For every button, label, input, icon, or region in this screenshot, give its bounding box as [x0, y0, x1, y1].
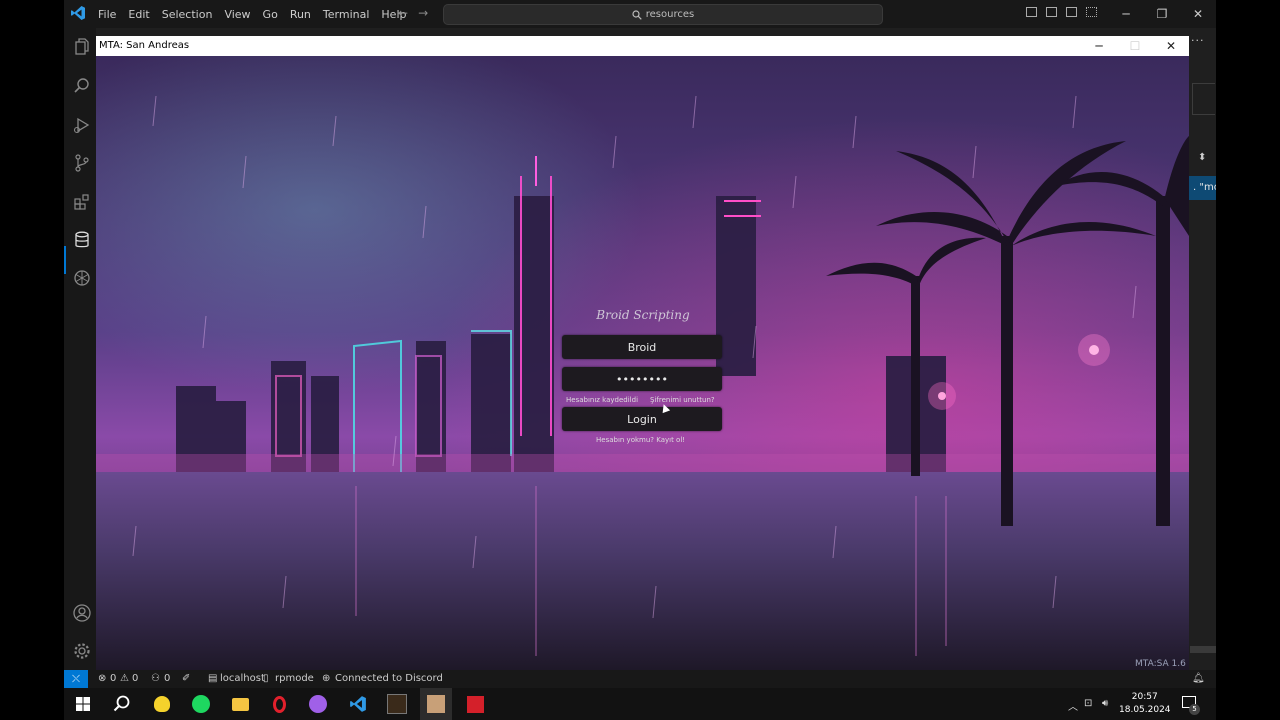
discord-icon[interactable]: [306, 692, 330, 716]
restore-icon[interactable]: ❐: [1144, 0, 1180, 28]
windows-taskbar: ︿ ⊡ 🔊︎ 20:57 18.05.2024 5: [64, 688, 1216, 720]
database-icon[interactable]: [72, 230, 92, 250]
mta-version-label: MTA:SA 1.6: [1135, 659, 1186, 669]
file-explorer-icon[interactable]: [228, 692, 252, 716]
forward-arrow-icon[interactable]: →: [418, 6, 428, 20]
menu-view[interactable]: View: [224, 8, 250, 21]
clock-time: 20:57: [1131, 692, 1158, 702]
search-icon[interactable]: [72, 76, 92, 96]
db-host[interactable]: localhost: [220, 673, 265, 684]
mta-title-bar: MTA: San Andreas ─ ☐ ✕: [96, 36, 1189, 56]
toggle-panel-icon[interactable]: [1046, 7, 1057, 17]
editor-code-snippet: . "mo: [1189, 176, 1216, 200]
menu-bar: File Edit Selection View Go Run Terminal…: [98, 0, 418, 28]
volume-icon[interactable]: 🔊︎: [1102, 698, 1108, 709]
amd-icon[interactable]: [463, 692, 487, 716]
login-brand-title: Broid Scripting: [596, 308, 690, 322]
mta-window-controls: ─ ☐ ✕: [1081, 36, 1189, 56]
opera-icon[interactable]: [267, 692, 291, 716]
remember-me-checkbox[interactable]: Hesabınız kaydedildi: [566, 396, 638, 404]
minimize-icon[interactable]: ─: [1081, 36, 1117, 56]
editor-area-right: ⬍: [1188, 28, 1216, 670]
mta-window: MTA: San Andreas ─ ☐ ✕ Broid Scripting B…: [96, 36, 1189, 670]
forgot-password-link[interactable]: Şifrenimi unuttun?: [650, 396, 715, 404]
minimize-icon[interactable]: ─: [1108, 0, 1144, 28]
errors-icon[interactable]: ⊗: [98, 673, 106, 684]
mta-window-title: MTA: San Andreas: [99, 40, 190, 51]
find-widget-edge: [1192, 83, 1215, 115]
warnings-count[interactable]: 0: [132, 673, 138, 684]
database-status-icon: ▤: [208, 673, 218, 684]
username-input[interactable]: Broid: [562, 335, 722, 359]
db-name[interactable]: rpmode: [275, 673, 314, 684]
db-file-icon: ▯: [263, 673, 269, 684]
run-debug-icon[interactable]: [72, 115, 92, 135]
activity-bar: [64, 28, 96, 670]
mta-app-icon[interactable]: [424, 692, 448, 716]
menu-go[interactable]: Go: [263, 8, 278, 21]
discord-status[interactable]: Connected to Discord: [335, 673, 443, 684]
clock-date: 18.05.2024: [1119, 705, 1171, 715]
search-icon[interactable]: [110, 692, 134, 716]
explorer-icon[interactable]: [72, 37, 92, 57]
ports-count[interactable]: 0: [164, 673, 170, 684]
toggle-secondary-sidebar-icon[interactable]: [1066, 7, 1077, 17]
source-control-icon[interactable]: [72, 153, 92, 173]
vscode-title-bar: File Edit Selection View Go Run Terminal…: [64, 0, 1216, 28]
menu-run[interactable]: Run: [290, 8, 311, 21]
layout-controls: [1026, 7, 1106, 17]
errors-count[interactable]: 0: [110, 673, 116, 684]
customize-layout-icon[interactable]: [1086, 7, 1097, 17]
nav-arrows: ← →: [398, 6, 438, 20]
warnings-icon[interactable]: ⚠: [120, 673, 129, 684]
scrollbar-thumb[interactable]: [1190, 646, 1216, 653]
vscode-status-bar: ⤬ ⊗ 0 ⚠ 0 ⚇ 0 ✐ ▤ localhost ▯ rpmode ⊕ C…: [64, 670, 1216, 688]
login-background-scene: Broid Scripting Broid •••••••• Hesabınız…: [96, 56, 1189, 670]
network-icon[interactable]: ⊡: [1084, 698, 1092, 709]
close-icon[interactable]: ✕: [1153, 36, 1189, 56]
remote-indicator-icon[interactable]: ⤬: [64, 670, 88, 688]
search-icon: [632, 9, 642, 20]
maximize-icon[interactable]: ☐: [1117, 36, 1153, 56]
taskbar-clock[interactable]: 20:57 18.05.2024: [1119, 691, 1171, 717]
edit-icon[interactable]: ✐: [182, 673, 190, 684]
active-indicator: [64, 246, 66, 274]
menu-selection[interactable]: Selection: [162, 8, 213, 21]
toggle-sidebar-icon[interactable]: [1026, 7, 1037, 17]
sort-arrows-icon[interactable]: ⬍: [1198, 152, 1206, 163]
bell-icon[interactable]: 🔔︎: [1192, 673, 1205, 684]
pikachu-app-icon[interactable]: [150, 692, 174, 716]
vscode-logo-icon: [71, 6, 85, 20]
menu-terminal[interactable]: Terminal: [323, 8, 370, 21]
extensions-icon[interactable]: [72, 192, 92, 212]
login-button[interactable]: Login: [562, 407, 722, 431]
screen: File Edit Selection View Go Run Terminal…: [64, 0, 1216, 720]
close-icon[interactable]: ✕: [1180, 0, 1216, 28]
windows-start-icon[interactable]: [71, 692, 95, 716]
vscode-window-controls: ─ ❐ ✕: [1108, 0, 1216, 28]
password-input[interactable]: ••••••••: [562, 367, 722, 391]
command-center-search[interactable]: resources: [443, 4, 883, 25]
game-app-icon[interactable]: [385, 692, 409, 716]
search-text: resources: [645, 9, 695, 20]
tray-chevron-icon[interactable]: ︿: [1068, 698, 1078, 713]
notification-count: 5: [1189, 704, 1200, 715]
globe-icon: ⊕: [322, 673, 331, 684]
vscode-icon[interactable]: [346, 692, 370, 716]
spotify-icon[interactable]: [189, 692, 213, 716]
menu-edit[interactable]: Edit: [128, 8, 149, 21]
gear-icon[interactable]: [72, 641, 92, 661]
openai-icon[interactable]: [72, 268, 92, 288]
menu-file[interactable]: File: [98, 8, 116, 21]
more-actions-icon[interactable]: ···: [1191, 34, 1205, 47]
neon-city-beach-image: [96, 56, 1189, 670]
back-arrow-icon[interactable]: ←: [398, 6, 408, 20]
account-icon[interactable]: [72, 603, 92, 623]
ports-icon[interactable]: ⚇: [151, 673, 160, 684]
register-link[interactable]: Hesabın yokmu? Kayıt ol!: [596, 436, 685, 444]
